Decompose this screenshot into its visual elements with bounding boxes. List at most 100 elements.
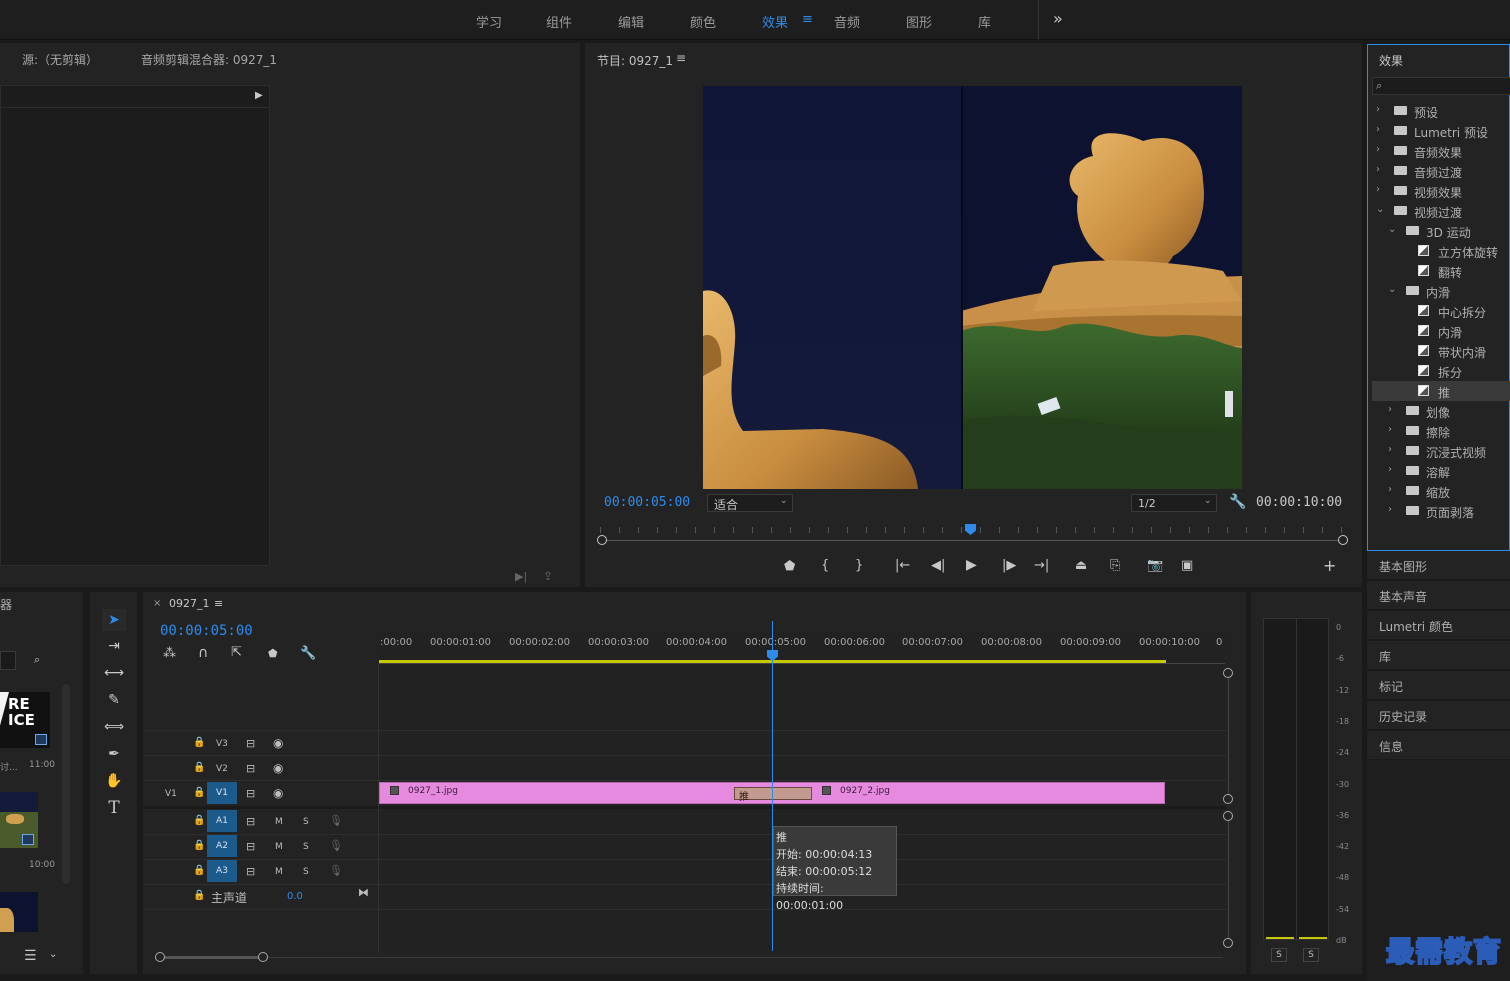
effects-tree-item[interactable]: 立方体旋转	[1372, 241, 1510, 261]
go-to-in-icon[interactable]: |←	[895, 559, 910, 572]
sync-lock-icon[interactable]: ⊟	[246, 762, 255, 775]
chevron-right-icon[interactable]: ›	[1388, 404, 1392, 415]
effects-tree-item[interactable]: 翻转	[1372, 261, 1510, 281]
sync-lock-icon[interactable]: ⊟	[246, 865, 255, 878]
zoom-handle-right[interactable]	[1338, 535, 1348, 545]
list-view-icon[interactable]: ☰	[24, 949, 37, 963]
eye-icon[interactable]: ◉	[273, 761, 283, 775]
sync-lock-icon[interactable]: ⊟	[246, 787, 255, 800]
chevron-right-icon[interactable]: ›	[1388, 464, 1392, 475]
project-thumbnail-2[interactable]	[0, 792, 38, 848]
wrench-icon[interactable]: 🔧	[1229, 495, 1246, 509]
chevron-right-icon[interactable]: ›	[1376, 164, 1380, 175]
sync-lock-icon[interactable]: ⊟	[246, 815, 255, 828]
project-thumbnail-3[interactable]	[0, 892, 38, 932]
resolution-dropdown[interactable]: 1/2 ⌄	[1131, 494, 1217, 512]
linked-selection-icon[interactable]: ⇱	[231, 646, 242, 659]
mute-button[interactable]: M	[275, 817, 283, 827]
nest-icon[interactable]: ⁂	[163, 647, 176, 660]
lock-icon[interactable]: 🔒	[193, 840, 205, 851]
workspace-tab-audio[interactable]: 音频	[834, 12, 860, 31]
h-zoom-handle-left[interactable]	[155, 952, 165, 962]
step-back-icon[interactable]: ◀|	[931, 559, 945, 572]
track-target-v1[interactable]: V1	[207, 782, 237, 804]
track-target-a3[interactable]: A3	[207, 860, 237, 882]
v-scroll-track[interactable]	[1228, 678, 1229, 795]
effects-search-input[interactable]: ⌕	[1372, 77, 1510, 95]
lock-icon[interactable]: 🔒	[193, 737, 205, 748]
type-tool-icon[interactable]: T	[102, 797, 126, 819]
effects-tree-item[interactable]: ⌄ 内滑	[1372, 281, 1510, 301]
tab-source[interactable]: 源:（无剪辑）	[22, 51, 98, 68]
add-marker-icon[interactable]: ⬟	[268, 648, 278, 659]
microphone-icon[interactable]: 🎙	[329, 839, 343, 852]
lock-icon[interactable]: 🔒	[193, 865, 205, 876]
microphone-icon[interactable]: 🎙	[329, 864, 343, 877]
solo-button[interactable]: S	[303, 867, 309, 877]
side-panel-tab[interactable]: 基本图形	[1367, 551, 1510, 580]
solo-button[interactable]: S	[303, 817, 309, 827]
chevron-right-icon[interactable]: ›	[1388, 504, 1392, 515]
effects-tree-item[interactable]: 中心拆分	[1372, 301, 1510, 321]
timeline-current-time[interactable]: 00:00:05:00	[160, 623, 253, 639]
effects-tree-item[interactable]: 拆分	[1372, 361, 1510, 381]
workspace-overflow-icon[interactable]: »	[1053, 9, 1063, 28]
fit-dropdown[interactable]: 适合 ⌄	[707, 494, 793, 512]
mark-in-icon[interactable]: {	[821, 559, 829, 572]
workspace-menu-icon[interactable]: ≡	[802, 12, 813, 27]
effects-tree-item[interactable]: › 预设	[1372, 101, 1510, 121]
side-panel-tab[interactable]: Lumetri 颜色	[1367, 611, 1510, 640]
selection-tool-icon[interactable]: ➤	[102, 609, 126, 631]
lock-icon[interactable]: 🔒	[193, 762, 205, 773]
play-icon[interactable]: ▶	[966, 558, 977, 572]
chevron-down-icon[interactable]: ⌄	[49, 950, 57, 960]
program-title[interactable]: 节目: 0927_1	[597, 52, 673, 69]
solo-left-button[interactable]: S	[1271, 948, 1287, 962]
workspace-tab-graphics[interactable]: 图形	[906, 12, 932, 31]
mark-out-icon[interactable]: }	[855, 559, 863, 572]
sync-lock-icon[interactable]: ⊟	[246, 737, 255, 750]
program-scrubber[interactable]	[597, 530, 1354, 546]
v-scroll-handle-top[interactable]	[1223, 668, 1233, 678]
a-scroll-track[interactable]	[1228, 821, 1229, 938]
snap-magnet-icon[interactable]: ∩	[198, 646, 208, 660]
chevron-down-icon[interactable]: ⌄	[1388, 224, 1396, 235]
lock-icon[interactable]: 🔒	[193, 787, 205, 798]
side-panel-tab[interactable]: 标记	[1367, 671, 1510, 700]
effects-tree-item[interactable]: › 视频效果	[1372, 181, 1510, 201]
effects-tree-item[interactable]: › 音频效果	[1372, 141, 1510, 161]
chevron-down-icon[interactable]: ⌄	[1376, 204, 1384, 215]
effects-tree-item[interactable]: ⌄ 视频过渡	[1372, 201, 1510, 221]
effects-tree-item[interactable]: 内滑	[1372, 321, 1510, 341]
h-scroll-track[interactable]	[268, 957, 1223, 958]
side-panel-tab[interactable]: 基本声音	[1367, 581, 1510, 610]
track-target-a2[interactable]: A2	[207, 835, 237, 857]
side-panel-tab[interactable]: 信息	[1367, 731, 1510, 760]
track-select-tool-icon[interactable]: ⇥	[102, 635, 126, 657]
effects-title[interactable]: 效果	[1379, 52, 1403, 69]
razor-tool-icon[interactable]: ✎	[102, 689, 126, 711]
find-icon[interactable]: ⌕	[34, 654, 40, 665]
ripple-edit-tool-icon[interactable]: ⟷	[102, 662, 126, 684]
h-scroll-thumb[interactable]	[165, 956, 259, 959]
export-frame-icon[interactable]: ⇪	[543, 570, 553, 582]
program-menu-icon[interactable]: ≡	[676, 51, 686, 65]
a-scroll-handle-top[interactable]	[1223, 811, 1233, 821]
effects-tree-item[interactable]: › 音频过渡	[1372, 161, 1510, 181]
add-marker-icon[interactable]: ⬟	[784, 560, 795, 573]
pen-tool-icon[interactable]: ✒	[102, 743, 126, 765]
side-panel-tab[interactable]: 库	[1367, 641, 1510, 670]
extract-icon[interactable]: ⎘	[1110, 559, 1120, 572]
workspace-tab-learn[interactable]: 学习	[476, 12, 502, 31]
workspace-tab-effects[interactable]: 效果	[762, 12, 788, 31]
sync-lock-icon[interactable]: ⊟	[246, 840, 255, 853]
workspace-tab-assembly[interactable]: 组件	[546, 12, 572, 31]
h-zoom-handle-right[interactable]	[258, 952, 268, 962]
project-search-input[interactable]	[0, 651, 16, 670]
mute-button[interactable]: M	[275, 842, 283, 852]
step-forward-icon[interactable]: |▶	[1002, 559, 1016, 572]
effects-tree-item[interactable]: › 沉浸式视频	[1372, 441, 1510, 461]
eye-icon[interactable]: ◉	[273, 736, 283, 750]
chevron-right-icon[interactable]: ›	[1376, 124, 1380, 135]
chevron-right-icon[interactable]: ›	[1376, 144, 1380, 155]
